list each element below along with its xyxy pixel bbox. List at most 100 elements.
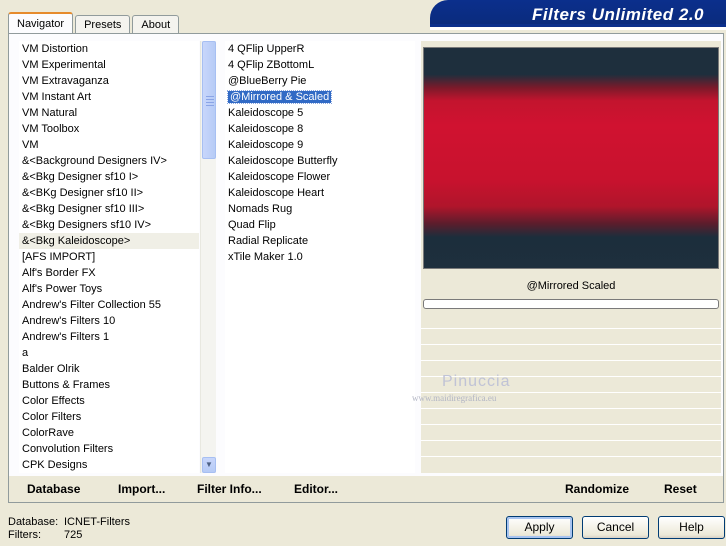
category-item[interactable]: Color Effects bbox=[19, 393, 199, 409]
category-item[interactable]: [AFS IMPORT] bbox=[19, 249, 199, 265]
category-item[interactable]: VM Toolbox bbox=[19, 121, 199, 137]
filter-item[interactable]: Kaleidoscope Butterfly bbox=[225, 153, 415, 169]
category-item[interactable]: &<Bkg Designers sf10 IV> bbox=[19, 217, 199, 233]
category-item-label: &<BKg Designer sf10 II> bbox=[22, 187, 144, 199]
import-button[interactable]: Import... bbox=[118, 482, 165, 496]
filter-item[interactable]: Radial Replicate bbox=[225, 233, 415, 249]
filter-item-label: Kaleidoscope Butterfly bbox=[228, 155, 338, 167]
category-item-label: VM Toolbox bbox=[22, 123, 80, 135]
filter-item[interactable]: 4 QFlip UpperR bbox=[225, 41, 415, 57]
category-item-label: Andrew's Filters 1 bbox=[22, 331, 110, 343]
filter-item[interactable]: @BlueBerry Pie bbox=[225, 73, 415, 89]
filter-item[interactable]: @Mirrored & Scaled bbox=[225, 89, 415, 105]
category-item[interactable]: VM Extravaganza bbox=[19, 73, 199, 89]
randomize-button[interactable]: Randomize bbox=[565, 482, 629, 496]
category-item[interactable]: VM Instant Art bbox=[19, 89, 199, 105]
filter-item-label: Kaleidoscope Flower bbox=[228, 171, 331, 183]
progress-bar bbox=[423, 299, 719, 309]
category-item[interactable]: &<Bkg Designer sf10 III> bbox=[19, 201, 199, 217]
filter-item[interactable]: Kaleidoscope 5 bbox=[225, 105, 415, 121]
category-item-label: &<Bkg Kaleidoscope> bbox=[22, 235, 131, 247]
category-item[interactable]: ColorRave bbox=[19, 425, 199, 441]
filter-item[interactable]: Nomads Rug bbox=[225, 201, 415, 217]
filters-count: 725 bbox=[64, 529, 83, 541]
category-item[interactable]: Color Filters bbox=[19, 409, 199, 425]
scrollbar-thumb[interactable] bbox=[202, 41, 216, 159]
category-item-label: Color Filters bbox=[22, 411, 82, 423]
preview-area: @Mirrored Scaled bbox=[421, 41, 721, 473]
category-item-label: &<Background Designers IV> bbox=[22, 155, 167, 167]
preview-filter-name: @Mirrored Scaled bbox=[526, 280, 616, 292]
filter-item-label: @BlueBerry Pie bbox=[228, 75, 307, 87]
filter-item[interactable]: Kaleidoscope 9 bbox=[225, 137, 415, 153]
category-item[interactable]: VM Experimental bbox=[19, 57, 199, 73]
category-list[interactable]: VM Distortion VM Experimental VM Extravaga… bbox=[19, 41, 199, 473]
filter-item[interactable]: Kaleidoscope 8 bbox=[225, 121, 415, 137]
filter-list[interactable]: 4 QFlip UpperR 4 QFlip ZBottomL @BlueBerry… bbox=[225, 41, 415, 473]
category-item-label: Andrew's Filters 10 bbox=[22, 315, 116, 327]
category-item-label: Alf's Border FX bbox=[22, 267, 96, 279]
filter-item[interactable]: Kaleidoscope Heart bbox=[225, 185, 415, 201]
filter-item[interactable]: 4 QFlip ZBottomL bbox=[225, 57, 415, 73]
category-item-label: Alf's Power Toys bbox=[22, 283, 103, 295]
category-item[interactable]: VM Distortion bbox=[19, 41, 199, 57]
category-item-label: a bbox=[22, 347, 29, 359]
category-item[interactable]: Andrew's Filters 10 bbox=[19, 313, 199, 329]
filter-item-label: 4 QFlip UpperR bbox=[228, 43, 305, 55]
category-item[interactable]: &<BKg Designer sf10 II> bbox=[19, 185, 199, 201]
panel-toolbar: Database Import... Filter Info... Editor… bbox=[9, 476, 723, 502]
category-item-label: Convolution Filters bbox=[22, 443, 114, 455]
apply-button[interactable]: Apply bbox=[506, 516, 573, 539]
database-button[interactable]: Database bbox=[27, 482, 80, 496]
category-item[interactable]: Balder Olrik bbox=[19, 361, 199, 377]
filter-item-label: xTile Maker 1.0 bbox=[228, 251, 303, 263]
tab-bar: Navigator Presets About bbox=[8, 12, 181, 34]
category-item-label: &<Bkg Designer sf10 III> bbox=[22, 203, 145, 215]
category-item-label: Balder Olrik bbox=[22, 363, 80, 375]
filter-item[interactable]: Quad Flip bbox=[225, 217, 415, 233]
category-item[interactable]: &<Bkg Designer sf10 I> bbox=[19, 169, 199, 185]
filter-item-label: Kaleidoscope 8 bbox=[228, 123, 304, 135]
category-item[interactable]: Andrew's Filter Collection 55 bbox=[19, 297, 199, 313]
category-item[interactable]: Andrew's Filters 1 bbox=[19, 329, 199, 345]
category-item[interactable]: Alf's Border FX bbox=[19, 265, 199, 281]
filter-item-label: @Mirrored & Scaled bbox=[226, 90, 333, 104]
tab-presets[interactable]: Presets bbox=[75, 15, 131, 34]
tab-about[interactable]: About bbox=[132, 15, 180, 34]
category-item-label: &<Bkg Designer sf10 I> bbox=[22, 171, 139, 183]
database-value: ICNET-Filters bbox=[64, 516, 130, 528]
cancel-button[interactable]: Cancel bbox=[582, 516, 649, 539]
help-button[interactable]: Help bbox=[658, 516, 725, 539]
filter-item[interactable]: xTile Maker 1.0 bbox=[225, 249, 415, 265]
category-scrollbar[interactable]: ▼ bbox=[200, 41, 216, 473]
category-item[interactable]: &<Bkg Kaleidoscope> bbox=[19, 233, 199, 249]
filter-item-label: Kaleidoscope 5 bbox=[228, 107, 304, 119]
category-item[interactable]: VM Natural bbox=[19, 105, 199, 121]
scroll-down-icon[interactable]: ▼ bbox=[202, 457, 216, 473]
filter-item-label: 4 QFlip ZBottomL bbox=[228, 59, 315, 71]
filter-item-label: Kaleidoscope 9 bbox=[228, 139, 304, 151]
filter-info-button[interactable]: Filter Info... bbox=[197, 482, 262, 496]
category-item-label: [AFS IMPORT] bbox=[22, 251, 96, 263]
watermark-url: www.maidiregrafica.eu bbox=[412, 393, 497, 403]
tab-navigator[interactable]: Navigator bbox=[8, 12, 74, 34]
category-item[interactable]: Alf's Power Toys bbox=[19, 281, 199, 297]
category-item-label: VM Natural bbox=[22, 107, 78, 119]
reset-button[interactable]: Reset bbox=[664, 482, 697, 496]
category-item[interactable]: VM bbox=[19, 137, 199, 153]
category-item[interactable]: &<Background Designers IV> bbox=[19, 153, 199, 169]
category-item-label: VM bbox=[22, 139, 39, 151]
category-item[interactable]: Convolution Filters bbox=[19, 441, 199, 457]
category-item-label: VM Experimental bbox=[22, 59, 106, 71]
category-item[interactable]: CPK Designs bbox=[19, 457, 199, 473]
editor-button[interactable]: Editor... bbox=[294, 482, 338, 496]
category-item[interactable]: a bbox=[19, 345, 199, 361]
filter-item-label: Nomads Rug bbox=[228, 203, 293, 215]
category-item[interactable]: Buttons & Frames bbox=[19, 377, 199, 393]
filter-item[interactable]: Kaleidoscope Flower bbox=[225, 169, 415, 185]
filter-item-label: Quad Flip bbox=[228, 219, 276, 231]
category-item-label: Andrew's Filter Collection 55 bbox=[22, 299, 162, 311]
database-label: Database: bbox=[8, 516, 59, 528]
category-item-label: VM Distortion bbox=[22, 43, 89, 55]
title-banner: Filters Unlimited 2.0 bbox=[430, 0, 726, 30]
